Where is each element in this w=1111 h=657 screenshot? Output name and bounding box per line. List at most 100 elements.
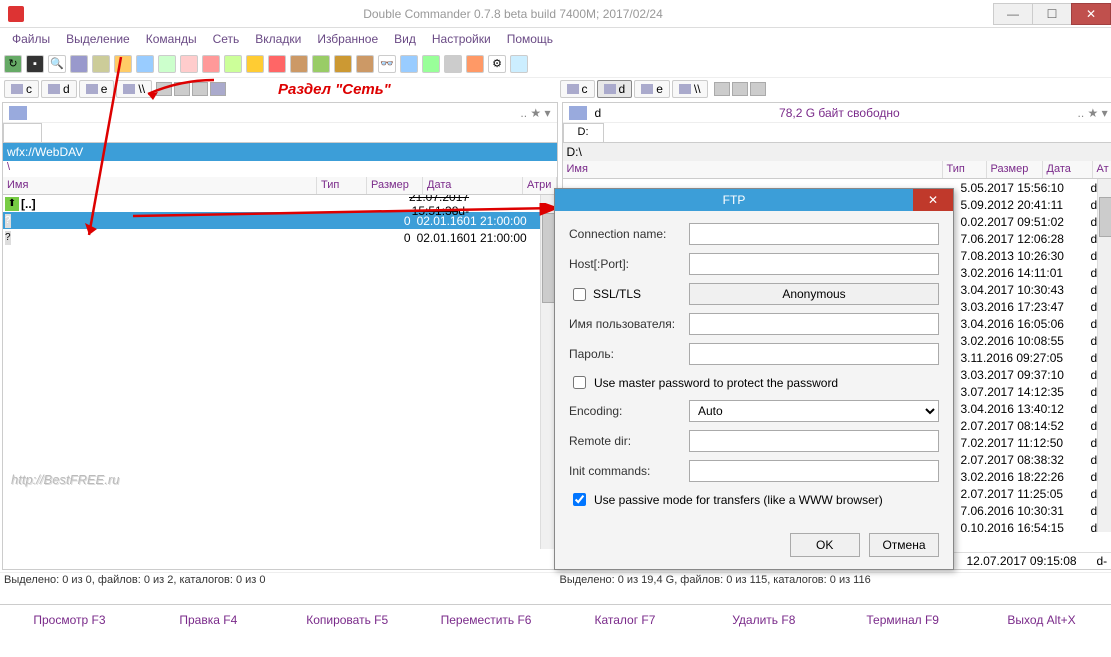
list-item[interactable]: 3.04.2016 13:40:12d-: [959, 400, 1111, 417]
list-item[interactable]: 7.06.2017 12:06:28d-: [959, 230, 1111, 247]
archive-icon[interactable]: [334, 55, 352, 73]
passive-checkbox[interactable]: [573, 493, 586, 506]
network-icon[interactable]: [750, 82, 766, 96]
home-icon[interactable]: [714, 82, 730, 96]
minimize-button[interactable]: —: [993, 3, 1033, 25]
cancel-button[interactable]: Отмена: [869, 533, 939, 557]
drive-d[interactable]: d: [597, 80, 633, 98]
up-icon[interactable]: [192, 82, 208, 96]
host-input[interactable]: [689, 253, 939, 275]
drive-e[interactable]: e: [79, 80, 115, 98]
tool1-icon[interactable]: [466, 55, 484, 73]
list-item[interactable]: 3.03.2016 17:23:47d-: [959, 298, 1111, 315]
move-icon[interactable]: [180, 55, 198, 73]
list-item[interactable]: 5.09.2012 20:41:11d-: [959, 196, 1111, 213]
menu-Настройки[interactable]: Настройки: [424, 30, 499, 48]
list-item[interactable]: 3.11.2016 09:27:05d-: [959, 349, 1111, 366]
conn-name-input[interactable]: [689, 223, 939, 245]
sync-icon[interactable]: [92, 55, 110, 73]
find-icon[interactable]: 👓: [378, 55, 396, 73]
list-item[interactable]: 3.02.2016 10:08:55d-: [959, 332, 1111, 349]
map-icon[interactable]: [422, 55, 440, 73]
drive-\\[interactable]: \\: [672, 80, 708, 98]
left-columns[interactable]: Имя Тип Размер Дата Атри: [3, 177, 557, 195]
link-icon[interactable]: [224, 55, 242, 73]
dialog-title-bar[interactable]: FTP ✕: [555, 189, 953, 211]
list-item[interactable]: 5.05.2017 15:56:10d-: [959, 179, 1111, 196]
fn-Удалить[interactable]: Удалить F8: [694, 607, 833, 633]
list-item[interactable]: 7.02.2017 11:12:50d-: [959, 434, 1111, 451]
ssl-checkbox[interactable]: [573, 288, 586, 301]
col-type[interactable]: Тип: [943, 161, 987, 178]
tab-d[interactable]: D:: [563, 123, 604, 142]
menu-Выделение[interactable]: Выделение: [58, 30, 138, 48]
list-item[interactable]: 3.04.2016 16:05:06d-: [959, 315, 1111, 332]
list-item[interactable]: 3.04.2017 10:30:43d-: [959, 281, 1111, 298]
calc-icon[interactable]: [444, 55, 462, 73]
pack-icon[interactable]: [290, 55, 308, 73]
list-item[interactable]: 3.02.2016 18:22:26d-: [959, 468, 1111, 485]
col-size[interactable]: Размер: [987, 161, 1043, 178]
col-attr[interactable]: Ат: [1093, 161, 1111, 178]
dialog-close-button[interactable]: ✕: [913, 189, 953, 211]
col-size[interactable]: Размер: [367, 177, 423, 194]
list-item[interactable]: 3.03.2017 09:37:10d-: [959, 366, 1111, 383]
list-item[interactable]: 7.08.2013 10:26:30d-: [959, 247, 1111, 264]
scrollbar[interactable]: [1097, 179, 1111, 532]
edit-icon[interactable]: [136, 55, 154, 73]
split-icon[interactable]: [356, 55, 374, 73]
options-icon[interactable]: ⚙: [488, 55, 506, 73]
favorites-icon[interactable]: [246, 55, 264, 73]
menu-Команды[interactable]: Команды: [138, 30, 205, 48]
delete-icon[interactable]: [202, 55, 220, 73]
terminal-icon[interactable]: ▪: [26, 55, 44, 73]
left-path[interactable]: wfx://WebDAV: [3, 143, 557, 161]
search-icon[interactable]: 🔍: [48, 55, 66, 73]
pass-input[interactable]: [689, 343, 939, 365]
scroll-thumb[interactable]: [1099, 197, 1111, 237]
maximize-button[interactable]: ☐: [1032, 3, 1072, 25]
encoding-select[interactable]: Auto: [689, 400, 939, 422]
drive-c[interactable]: c: [4, 80, 39, 98]
list-item[interactable]: 0.10.2016 16:54:15d-: [959, 519, 1111, 536]
favorites-dropdown[interactable]: .. ★ ▾: [520, 106, 550, 120]
fn-Переместить[interactable]: Переместить F6: [417, 607, 556, 633]
drive-\\[interactable]: \\: [116, 80, 152, 98]
unpack-icon[interactable]: [312, 55, 330, 73]
menu-Сеть[interactable]: Сеть: [205, 30, 248, 48]
list-item[interactable]: 2.07.2017 08:38:32d-: [959, 451, 1111, 468]
fn-Выход[interactable]: Выход Alt+X: [972, 607, 1111, 633]
tab-empty[interactable]: [3, 123, 42, 142]
list-item[interactable]: ⬆[..]21.07.2017 15:51:38d-: [3, 195, 557, 212]
col-attr[interactable]: Атри: [523, 177, 557, 194]
ok-button[interactable]: OK: [790, 533, 860, 557]
drive-c[interactable]: c: [560, 80, 595, 98]
root-icon[interactable]: [174, 82, 190, 96]
right-path[interactable]: D:\: [563, 143, 1111, 161]
folder-icon[interactable]: [114, 55, 132, 73]
root-icon[interactable]: [732, 82, 748, 96]
col-type[interactable]: Тип: [317, 177, 367, 194]
user-input[interactable]: [689, 313, 939, 335]
left-tabs[interactable]: [3, 123, 557, 143]
init-input[interactable]: [689, 460, 939, 482]
list-item[interactable]: 3.07.2017 14:12:35d-: [959, 383, 1111, 400]
col-date[interactable]: Дата: [1043, 161, 1093, 178]
remote-input[interactable]: [689, 430, 939, 452]
menu-Файлы[interactable]: Файлы: [4, 30, 58, 48]
col-name[interactable]: Имя: [3, 177, 317, 194]
menu-Избранное[interactable]: Избранное: [309, 30, 386, 48]
list-item[interactable]: ?002.01.1601 21:00:00----: [3, 212, 557, 229]
list-item[interactable]: 2.07.2017 08:14:52d-: [959, 417, 1111, 434]
master-pw-checkbox[interactable]: [573, 376, 586, 389]
col-name[interactable]: Имя: [563, 161, 943, 178]
left-filelist[interactable]: ⬆[..]21.07.2017 15:51:38d-?002.01.1601 2…: [3, 195, 557, 569]
list-item[interactable]: 2.07.2017 11:25:05d-: [959, 485, 1111, 502]
favorites-dropdown[interactable]: .. ★ ▾: [1078, 106, 1108, 120]
list-item[interactable]: 3.02.2016 14:11:01d-: [959, 264, 1111, 281]
menu-Вид[interactable]: Вид: [386, 30, 424, 48]
gear-red-icon[interactable]: [268, 55, 286, 73]
view-icon[interactable]: [400, 55, 418, 73]
compare-icon[interactable]: [70, 55, 88, 73]
fn-Правка[interactable]: Правка F4: [139, 607, 278, 633]
